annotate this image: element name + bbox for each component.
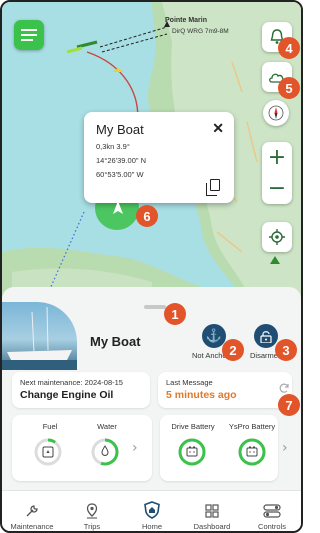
nav-maintenance[interactable]: Maintenance xyxy=(2,491,62,531)
map-view[interactable]: Pointe Marin DirQ WRG 7m9-8M + − My Boat… xyxy=(2,2,301,314)
badge-5: 5 xyxy=(278,77,300,99)
close-icon[interactable]: ✕ xyxy=(212,120,224,137)
menu-button[interactable] xyxy=(14,20,44,50)
last-message-card[interactable]: Last Message 5 minutes ago xyxy=(158,372,292,408)
compass-icon xyxy=(268,105,284,121)
locate-button[interactable] xyxy=(262,222,292,252)
bottom-nav: Maintenance Trips Home Dashboard Control… xyxy=(2,490,301,531)
toggles-icon xyxy=(263,504,281,518)
badge-6: 6 xyxy=(136,205,158,227)
gauge-fill xyxy=(238,438,266,466)
fuel-label: Fuel xyxy=(42,422,58,431)
map-label-pointe-marin: Pointe Marin xyxy=(165,17,208,24)
nav-label: Dashboard xyxy=(193,522,231,531)
nav-label: Trips xyxy=(83,522,101,531)
badge-4: 4 xyxy=(278,37,300,59)
water-gauge xyxy=(91,438,119,466)
maintenance-value: Change Engine Oil xyxy=(20,389,114,401)
location-pin-icon xyxy=(86,503,98,519)
tanks-chevron-icon[interactable]: › xyxy=(132,440,138,456)
drive-battery-gauge xyxy=(178,438,206,466)
nav-label: Home xyxy=(141,522,162,531)
drive-battery-label: Drive Battery xyxy=(171,422,215,431)
zoom-in-button[interactable]: + xyxy=(262,142,292,173)
maintenance-label: Next maintenance: 2024-08-15 xyxy=(20,378,123,387)
home-shield-icon xyxy=(144,501,160,519)
nav-label: Controls xyxy=(258,522,286,531)
maintenance-card[interactable]: Next maintenance: 2024-08-15 Change Engi… xyxy=(12,372,150,408)
nav-label: Maintenance xyxy=(10,522,54,531)
boat-name: My Boat xyxy=(90,334,141,349)
fuel-gauge xyxy=(34,438,62,466)
popup-latitude: 14°26'39.00" N xyxy=(96,156,147,165)
nav-home[interactable]: Home xyxy=(122,491,182,531)
alarm-button[interactable] xyxy=(254,324,278,348)
water-label: Water xyxy=(97,422,117,431)
map-label-light: DirQ WRG 7m9-8M xyxy=(172,28,229,35)
compass-button[interactable] xyxy=(263,100,289,126)
refresh-icon[interactable] xyxy=(278,382,290,394)
popup-speed: 0,3kn 3.9° xyxy=(96,142,130,151)
badge-2: 2 xyxy=(222,339,244,361)
badge-1: 1 xyxy=(164,303,186,325)
zoom-out-button[interactable]: − xyxy=(262,173,292,204)
last-message-label: Last Message xyxy=(166,378,213,387)
sheet-grab-handle[interactable] xyxy=(144,305,166,309)
boat-info-popup: My Boat ✕ 0,3kn 3.9° 14°26'39.00" N 60°5… xyxy=(84,112,234,203)
nav-dashboard[interactable]: Dashboard xyxy=(182,491,242,531)
yspro-battery-label: YsPro Battery xyxy=(228,422,276,431)
battery-icon xyxy=(246,446,258,457)
unlock-icon xyxy=(260,330,272,343)
phone-frame: Pointe Marin DirQ WRG 7m9-8M + − My Boat… xyxy=(0,0,303,533)
batteries-chevron-icon[interactable]: › xyxy=(282,440,288,456)
last-message-value: 5 minutes ago xyxy=(166,389,237,401)
copy-icon[interactable] xyxy=(206,179,220,196)
battery-icon xyxy=(186,446,198,457)
gauge-fill xyxy=(178,438,206,466)
nav-controls[interactable]: Controls xyxy=(242,491,301,531)
hamburger-icon xyxy=(21,29,37,41)
popup-longitude: 60°53'5.00" W xyxy=(96,170,144,179)
anchor-icon: ⚓ xyxy=(205,328,223,343)
nav-trips[interactable]: Trips xyxy=(62,491,122,531)
grid-icon xyxy=(205,504,219,518)
crosshair-icon xyxy=(269,229,285,245)
zoom-control: + − xyxy=(262,142,292,204)
water-icon xyxy=(101,445,109,456)
badge-3: 3 xyxy=(275,339,297,361)
popup-title: My Boat xyxy=(96,122,144,137)
wrench-icon xyxy=(26,505,38,517)
badge-7: 7 xyxy=(278,394,300,416)
yspro-battery-gauge xyxy=(238,438,266,466)
boat-marker-icon[interactable] xyxy=(110,200,126,216)
fuel-icon xyxy=(42,446,54,458)
